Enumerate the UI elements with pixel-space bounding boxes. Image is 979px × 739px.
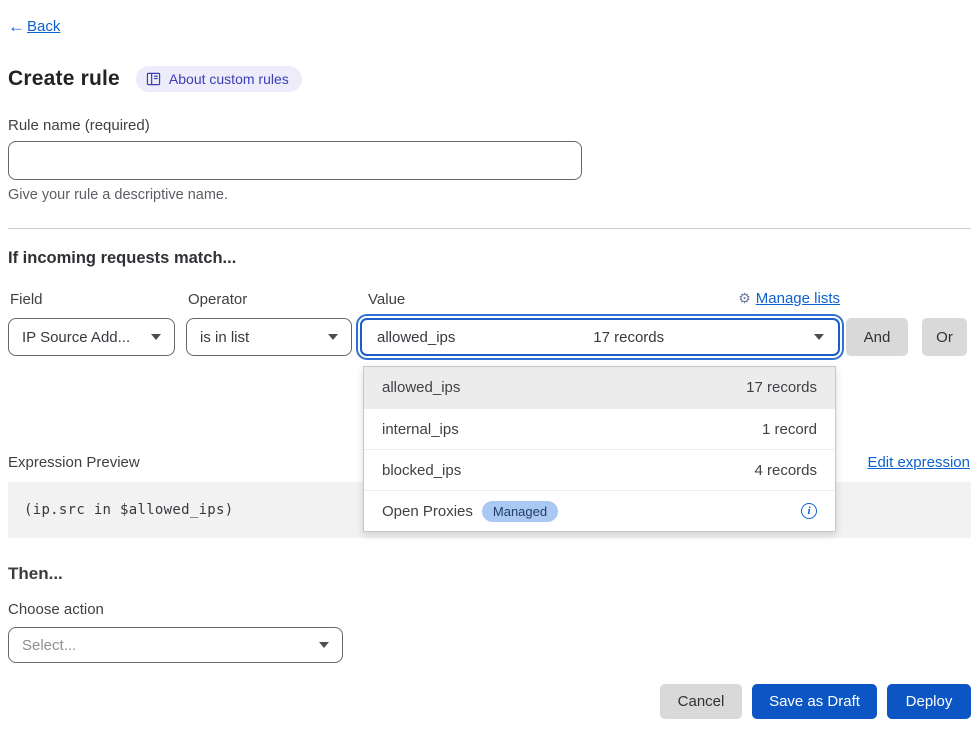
operator-column-label: Operator	[188, 291, 247, 308]
deploy-button[interactable]: Deploy	[887, 684, 971, 719]
section-divider	[8, 228, 971, 229]
rule-name-label: Rule name (required)	[8, 117, 150, 134]
chevron-down-icon	[151, 334, 161, 340]
operator-select-value: is in list	[200, 329, 249, 346]
page-title: Create rule	[8, 67, 120, 91]
list-record-count: 17 records	[746, 379, 817, 396]
choose-action-label: Choose action	[8, 601, 104, 618]
edit-expression-link[interactable]: Edit expression	[867, 454, 970, 471]
value-select[interactable]: allowed_ips 17 records	[360, 318, 840, 356]
dropdown-item-allowed-ips[interactable]: allowed_ips 17 records	[364, 367, 835, 408]
action-select[interactable]: Select...	[8, 627, 343, 663]
chevron-down-icon	[319, 642, 329, 648]
then-section-heading: Then...	[8, 564, 63, 584]
book-icon	[146, 72, 161, 86]
field-column-label: Field	[10, 291, 43, 308]
list-name: Open Proxies	[382, 503, 473, 520]
manage-lists-link[interactable]: ⚙ Manage lists	[738, 290, 840, 307]
or-button[interactable]: Or	[922, 318, 967, 356]
rule-name-helper: Give your rule a descriptive name.	[8, 187, 228, 203]
back-link-label: Back	[27, 18, 60, 35]
expression-preview-label: Expression Preview	[8, 454, 140, 471]
field-select[interactable]: IP Source Add...	[8, 318, 175, 356]
match-section-heading: If incoming requests match...	[8, 249, 236, 268]
value-select-count: 17 records	[593, 329, 664, 346]
managed-badge: Managed	[482, 501, 558, 522]
dropdown-item-open-proxies[interactable]: Open Proxies Managed i	[364, 490, 835, 531]
back-link[interactable]: ← Back	[8, 18, 60, 35]
title-row: Create rule About custom rules	[8, 66, 302, 92]
value-select-name: allowed_ips	[377, 329, 455, 346]
expression-code: (ip.src in $allowed_ips)	[24, 502, 234, 518]
about-badge-label: About custom rules	[169, 71, 289, 87]
gear-icon: ⚙	[738, 290, 751, 307]
back-arrow-icon: ←	[8, 18, 25, 35]
rule-name-input[interactable]	[8, 141, 582, 180]
list-name: allowed_ips	[382, 379, 460, 396]
dropdown-item-blocked-ips[interactable]: blocked_ips 4 records	[364, 449, 835, 490]
manage-lists-label: Manage lists	[756, 290, 840, 307]
list-record-count: 4 records	[754, 462, 817, 479]
and-button[interactable]: And	[846, 318, 908, 356]
cancel-button[interactable]: Cancel	[660, 684, 742, 719]
value-dropdown-menu: allowed_ips 17 records internal_ips 1 re…	[363, 366, 836, 532]
value-column-label: Value	[368, 291, 405, 308]
chevron-down-icon	[814, 334, 824, 340]
chevron-down-icon	[328, 334, 338, 340]
save-as-draft-button[interactable]: Save as Draft	[752, 684, 877, 719]
info-icon[interactable]: i	[801, 503, 817, 519]
about-custom-rules-badge[interactable]: About custom rules	[136, 66, 302, 92]
list-record-count: 1 record	[762, 421, 817, 438]
action-select-placeholder: Select...	[22, 637, 76, 654]
field-select-value: IP Source Add...	[22, 329, 130, 346]
list-name: blocked_ips	[382, 462, 461, 479]
list-name: internal_ips	[382, 421, 459, 438]
dropdown-item-internal-ips[interactable]: internal_ips 1 record	[364, 408, 835, 449]
operator-select[interactable]: is in list	[186, 318, 352, 356]
